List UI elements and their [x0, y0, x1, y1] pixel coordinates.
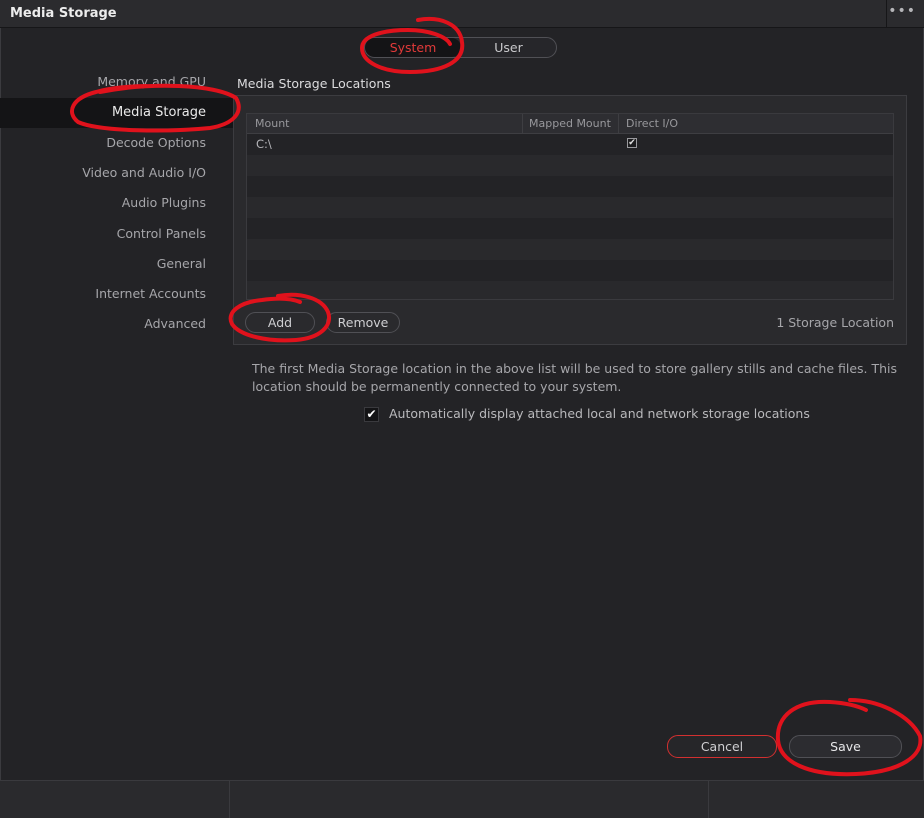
bottom-bar [0, 780, 924, 818]
table-row-empty [247, 218, 893, 239]
title-bar: Media Storage ••• [0, 0, 924, 28]
table-header: Mount Mapped Mount Direct I/O [247, 114, 893, 134]
cancel-button[interactable]: Cancel [667, 735, 777, 758]
sidebar-item-general[interactable]: General [0, 249, 236, 279]
more-options-icon[interactable]: ••• [888, 3, 916, 19]
table-row-empty [247, 239, 893, 260]
column-header-direct-io[interactable]: Direct I/O [618, 114, 893, 134]
sidebar-item-internet-accounts[interactable]: Internet Accounts [0, 279, 236, 309]
mount-cell: C:\ [256, 137, 272, 151]
sidebar-item-control-panels[interactable]: Control Panels [0, 219, 236, 249]
table-row-empty [247, 197, 893, 218]
save-button[interactable]: Save [789, 735, 902, 758]
column-header-mount[interactable]: Mount [247, 114, 522, 134]
sidebar-item-media-storage[interactable]: Media Storage [0, 98, 236, 128]
table-row[interactable]: C:\ ✔ [247, 134, 893, 155]
bottom-bar-divider [229, 780, 230, 818]
auto-display-label: Automatically display attached local and… [389, 406, 810, 421]
sidebar-item-audio-plugins[interactable]: Audio Plugins [0, 188, 236, 218]
table-row-empty [247, 260, 893, 281]
title-divider [886, 0, 887, 28]
column-header-mapped-mount[interactable]: Mapped Mount [522, 114, 618, 134]
sidebar-item-decode-options[interactable]: Decode Options [0, 128, 236, 158]
window-title: Media Storage [10, 6, 117, 21]
storage-locations-table: Mount Mapped Mount Direct I/O C:\ ✔ [246, 113, 894, 300]
sidebar-item-video-and-audio-io[interactable]: Video and Audio I/O [0, 158, 236, 188]
sidebar-item-advanced[interactable]: Advanced [0, 309, 236, 339]
storage-location-count: 1 Storage Location [776, 315, 894, 330]
table-row-empty [247, 281, 893, 299]
section-title: Media Storage Locations [237, 76, 391, 91]
table-row-empty [247, 176, 893, 197]
table-row-empty [247, 155, 893, 176]
sidebar-item-memory-and-gpu[interactable]: Memory and GPU [0, 67, 236, 97]
tab-system[interactable]: System [365, 38, 461, 57]
storage-description: The first Media Storage location in the … [252, 361, 898, 394]
auto-display-checkbox[interactable]: ✔ [364, 407, 379, 422]
scope-toggle: System User [364, 37, 557, 58]
tab-user[interactable]: User [461, 38, 556, 57]
direct-io-checkbox[interactable]: ✔ [627, 138, 637, 148]
remove-button[interactable]: Remove [326, 312, 400, 333]
bottom-bar-divider [708, 780, 709, 818]
add-button[interactable]: Add [245, 312, 315, 333]
